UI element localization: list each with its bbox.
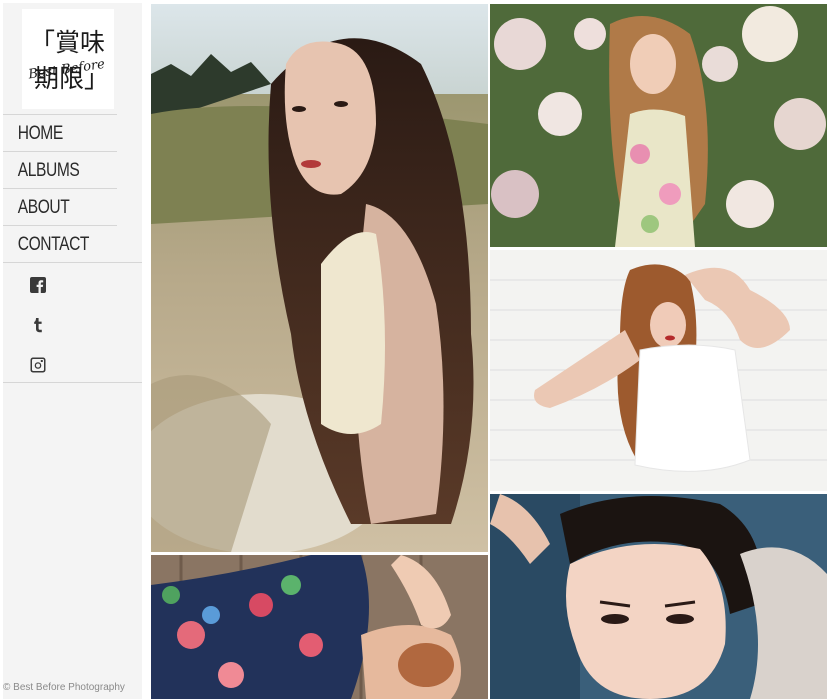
gallery-photo-4[interactable]: [151, 555, 488, 699]
site-logo[interactable]: 「賞味 期限」 Best Before: [22, 9, 114, 109]
gallery-photo-5[interactable]: [490, 494, 827, 699]
photo-woman-floral-dress: [490, 4, 827, 247]
nav-item-about[interactable]: ABOUT: [3, 188, 117, 225]
tumblr-link[interactable]: [30, 317, 46, 333]
instagram-icon: [30, 357, 46, 373]
logo-image: 「賞味 期限」 Best Before: [26, 28, 109, 93]
tumblr-icon: [34, 318, 42, 333]
gallery-photo-2[interactable]: [490, 4, 827, 247]
gallery-photo-1[interactable]: [151, 4, 488, 552]
photo-person-floral-shirt: [151, 555, 488, 699]
facebook-link[interactable]: [30, 277, 46, 293]
main-nav: HOME ALBUMS ABOUT CONTACT: [3, 114, 142, 262]
photo-short-hair-portrait: [490, 494, 827, 699]
social-links: [3, 262, 142, 383]
gallery-photo-3[interactable]: [490, 250, 827, 491]
photo-woman-white-top: [490, 250, 827, 491]
facebook-icon: [30, 277, 46, 293]
footer-copyright: © Best Before Photography: [3, 682, 125, 693]
nav-item-home[interactable]: HOME: [3, 114, 117, 151]
nav-item-albums[interactable]: ALBUMS: [3, 151, 117, 188]
logo-kanji-top: 「賞味: [30, 28, 105, 57]
nav-item-contact[interactable]: CONTACT: [3, 225, 117, 262]
sidebar: 「賞味 期限」 Best Before HOME ALBUMS ABOUT CO…: [3, 3, 142, 699]
instagram-link[interactable]: [30, 357, 46, 373]
photo-woman-grass-field: [151, 4, 488, 552]
